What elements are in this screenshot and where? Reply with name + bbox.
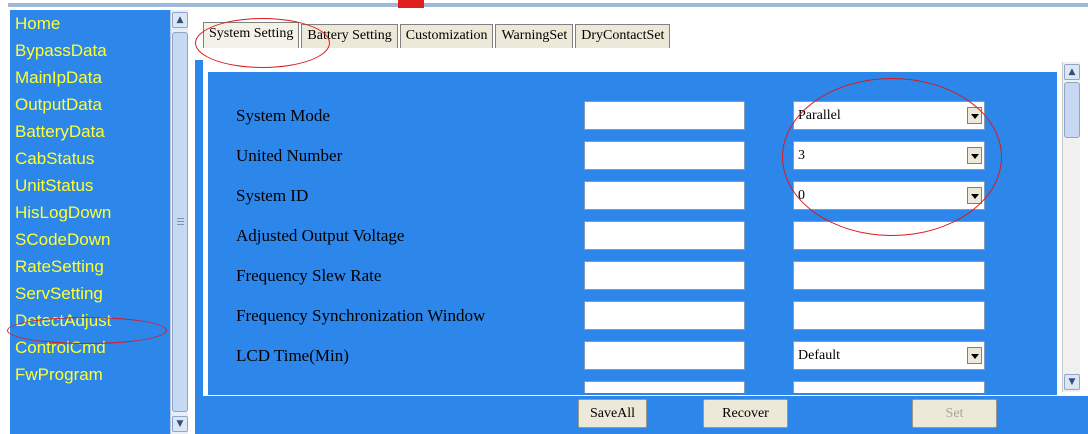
- grip-line: [177, 221, 184, 222]
- label-frequency-sync-window: Frequency Synchronization Window: [236, 306, 486, 325]
- dropdown-arrow-icon[interactable]: [967, 147, 982, 164]
- nav-item-controlcmd[interactable]: ControlCmd: [10, 334, 170, 361]
- system-id-select[interactable]: 0: [793, 181, 985, 210]
- system-mode-select[interactable]: Parallel: [793, 101, 985, 130]
- grip-line: [177, 218, 184, 219]
- partial-input[interactable]: [793, 381, 985, 393]
- label-united-number: United Number: [236, 146, 343, 165]
- adjusted-output-voltage-input[interactable]: [584, 221, 745, 250]
- scroll-up-icon[interactable]: ▲: [1064, 64, 1080, 80]
- dropdown-arrow-icon[interactable]: [967, 347, 982, 364]
- main-area: System Setting Battery Setting Customiza…: [195, 10, 1088, 434]
- nav-item-servsetting[interactable]: ServSetting: [10, 280, 170, 307]
- nav-item-scodedown[interactable]: SCodeDown: [10, 226, 170, 253]
- nav-scrollbar[interactable]: ▲ ▼: [170, 10, 188, 434]
- united-number-select[interactable]: 3: [793, 141, 985, 170]
- tab-strip: System Setting Battery Setting Customiza…: [203, 22, 672, 50]
- top-strip: [0, 0, 1088, 10]
- save-all-button[interactable]: SaveAll: [578, 399, 647, 428]
- tab-battery-setting[interactable]: Battery Setting: [301, 24, 398, 48]
- grip-line: [177, 224, 184, 225]
- nav-item-home[interactable]: Home: [10, 10, 170, 37]
- system-id-input[interactable]: [584, 181, 745, 210]
- label-system-mode: System Mode: [236, 106, 330, 125]
- label-frequency-slew-rate: Frequency Slew Rate: [236, 266, 382, 285]
- button-bar: SaveAll Recover Set: [195, 396, 1088, 434]
- system-mode-input[interactable]: [584, 101, 745, 130]
- top-red-marker: [398, 0, 424, 8]
- nav-item-cabstatus[interactable]: CabStatus: [10, 145, 170, 172]
- lcd-time-input[interactable]: [584, 341, 745, 370]
- frequency-slew-rate-value[interactable]: [793, 261, 985, 290]
- nav-item-ratesetting[interactable]: RateSetting: [10, 253, 170, 280]
- nav-item-detectadjust[interactable]: DetectAdjust: [10, 307, 170, 334]
- select-value: Parallel: [798, 108, 841, 123]
- adjusted-output-voltage-value[interactable]: [793, 221, 985, 250]
- select-value: 3: [798, 148, 805, 163]
- label-adjusted-output-voltage: Adjusted Output Voltage: [236, 226, 405, 245]
- scroll-down-icon[interactable]: ▼: [1064, 374, 1080, 390]
- tab-customization[interactable]: Customization: [399, 24, 494, 48]
- lcd-time-select[interactable]: Default: [793, 341, 985, 370]
- nav-item-outputdata[interactable]: OutputData: [10, 91, 170, 118]
- settings-form: System Mode United Number System ID Adju…: [207, 71, 1058, 396]
- nav-scroll-thumb[interactable]: [172, 32, 188, 412]
- label-system-id: System ID: [236, 186, 309, 205]
- nav-item-mainipdata[interactable]: MainIpData: [10, 64, 170, 91]
- dropdown-arrow-icon[interactable]: [967, 187, 982, 204]
- nav-item-batterydata[interactable]: BatteryData: [10, 118, 170, 145]
- settings-panel: System Mode United Number System ID Adju…: [203, 50, 1088, 396]
- nav-item-unitstatus[interactable]: UnitStatus: [10, 172, 170, 199]
- nav-item-fwprogram[interactable]: FwProgram: [10, 361, 170, 388]
- tab-drycontactset[interactable]: DryContactSet: [575, 24, 671, 48]
- tab-system-setting[interactable]: System Setting: [203, 22, 300, 48]
- nav-item-bypassdata[interactable]: BypassData: [10, 37, 170, 64]
- frequency-slew-rate-input[interactable]: [584, 261, 745, 290]
- form-scroll-thumb[interactable]: [1064, 82, 1080, 138]
- frequency-sync-window-value[interactable]: [793, 301, 985, 330]
- recover-button[interactable]: Recover: [703, 399, 788, 428]
- partial-input[interactable]: [584, 381, 745, 393]
- nav-item-hislogdown[interactable]: HisLogDown: [10, 199, 170, 226]
- label-lcd-time: LCD Time(Min): [236, 346, 349, 365]
- tab-warningset[interactable]: WarningSet: [495, 24, 574, 48]
- form-scrollbar[interactable]: ▲ ▼: [1062, 62, 1080, 392]
- frequency-sync-window-input[interactable]: [584, 301, 745, 330]
- scroll-up-icon[interactable]: ▲: [172, 12, 188, 28]
- united-number-input[interactable]: [584, 141, 745, 170]
- left-nav: Home BypassData MainIpData OutputData Ba…: [10, 10, 188, 434]
- select-value: Default: [798, 348, 840, 363]
- top-strip-bar: [8, 3, 1088, 7]
- set-button[interactable]: Set: [912, 399, 997, 428]
- select-value: 0: [798, 188, 805, 203]
- scroll-down-icon[interactable]: ▼: [172, 416, 188, 432]
- dropdown-arrow-icon[interactable]: [967, 107, 982, 124]
- nav-list: Home BypassData MainIpData OutputData Ba…: [10, 10, 170, 388]
